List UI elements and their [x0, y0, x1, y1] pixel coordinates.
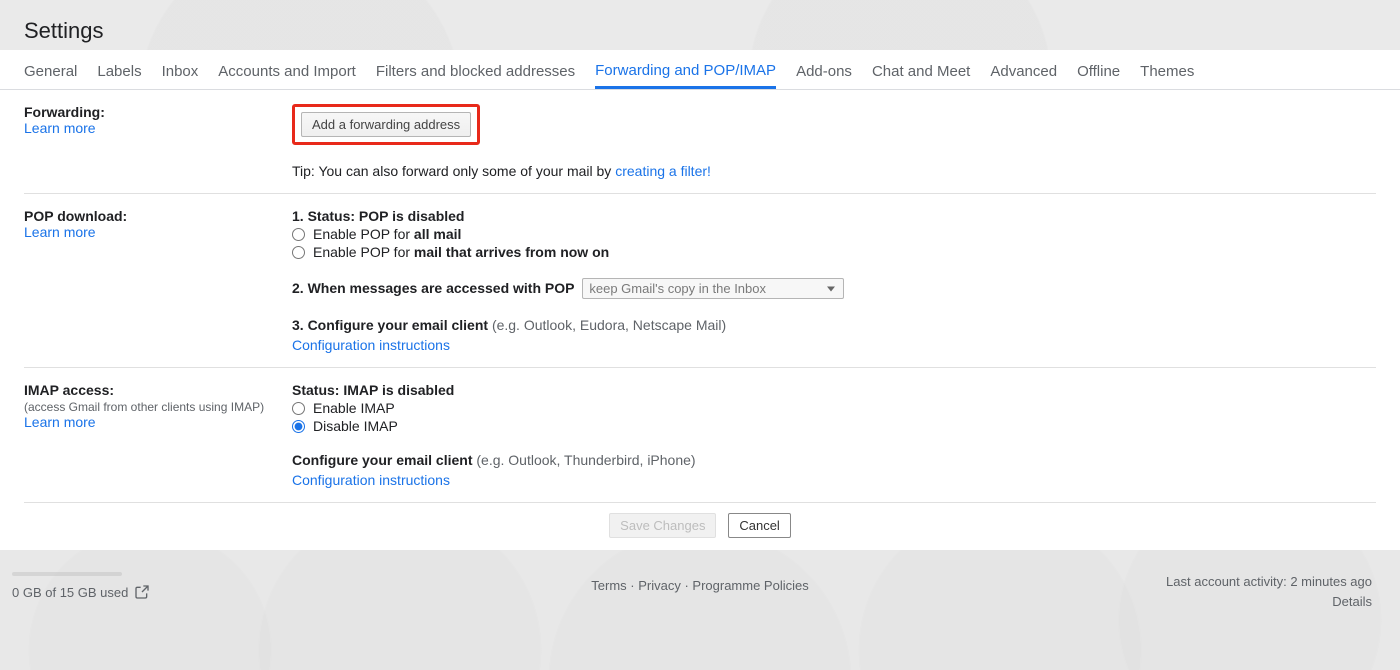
- forwarding-title: Forwarding:: [24, 104, 105, 120]
- pop-status-value: POP is disabled: [359, 208, 465, 224]
- add-forwarding-address-button[interactable]: Add a forwarding address: [301, 112, 471, 137]
- pop-opt2-text: Enable POP for: [313, 244, 414, 260]
- footer-privacy-link[interactable]: Privacy: [638, 578, 681, 593]
- action-row: Save Changes Cancel: [0, 503, 1400, 550]
- tab-filters[interactable]: Filters and blocked addresses: [376, 52, 575, 89]
- pop-status-prefix: 1. Status:: [292, 208, 359, 224]
- pop-step2-label: 2. When messages are accessed with POP: [292, 280, 574, 296]
- pop-option-all-mail: Enable POP for all mail: [292, 226, 844, 242]
- settings-tabs: General Labels Inbox Accounts and Import…: [0, 50, 1400, 90]
- cancel-button[interactable]: Cancel: [728, 513, 790, 538]
- pop-opt1-bold: all mail: [414, 226, 461, 242]
- pop-step3: 3. Configure your email client (e.g. Out…: [292, 317, 844, 333]
- tab-addons[interactable]: Add-ons: [796, 52, 852, 89]
- footer-right: Last account activity: 2 minutes ago Det…: [1166, 572, 1372, 611]
- imap-configure-line: Configure your email client (e.g. Outloo…: [292, 452, 696, 468]
- settings-body: Forwarding: Learn more Add a forwarding …: [0, 90, 1400, 503]
- page-title: Settings: [24, 18, 1376, 44]
- imap-status-prefix: Status:: [292, 382, 343, 398]
- imap-radio-enable[interactable]: [292, 402, 305, 415]
- imap-configure-paren: (e.g. Outlook, Thunderbird, iPhone): [476, 452, 695, 468]
- pop-title: POP download:: [24, 208, 127, 224]
- pop-content: 1. Status: POP is disabled Enable POP fo…: [292, 208, 844, 353]
- footer-details-link[interactable]: Details: [1332, 594, 1372, 609]
- pop-configuration-instructions-link[interactable]: Configuration instructions: [292, 337, 450, 353]
- tab-general[interactable]: General: [24, 52, 77, 89]
- pop-radio-all-mail[interactable]: [292, 228, 305, 241]
- section-imap: IMAP access: (access Gmail from other cl…: [24, 368, 1376, 503]
- pop-step2: 2. When messages are accessed with POP k…: [292, 278, 844, 299]
- pop-opt1-text: Enable POP for: [313, 226, 414, 242]
- forwarding-content: Add a forwarding address Tip: You can al…: [292, 104, 711, 179]
- imap-label-block: IMAP access: (access Gmail from other cl…: [24, 382, 292, 430]
- add-forwarding-highlight: Add a forwarding address: [292, 104, 480, 145]
- tab-chat-meet[interactable]: Chat and Meet: [872, 52, 970, 89]
- tab-offline[interactable]: Offline: [1077, 52, 1120, 89]
- pop-label-all-mail[interactable]: Enable POP for all mail: [313, 226, 461, 242]
- imap-radio-disable[interactable]: [292, 420, 305, 433]
- pop-step3-paren: (e.g. Outlook, Eudora, Netscape Mail): [492, 317, 726, 333]
- pop-learn-more-link[interactable]: Learn more: [24, 224, 96, 240]
- section-pop: POP download: Learn more 1. Status: POP …: [24, 194, 1376, 368]
- creating-a-filter-link[interactable]: creating a filter!: [615, 163, 711, 179]
- imap-content: Status: IMAP is disabled Enable IMAP Dis…: [292, 382, 696, 488]
- forwarding-tip-text: Tip: You can also forward only some of y…: [292, 163, 615, 179]
- pop-radio-from-now[interactable]: [292, 246, 305, 259]
- imap-subtitle: (access Gmail from other clients using I…: [24, 400, 264, 414]
- imap-status-line: Status: IMAP is disabled: [292, 382, 696, 398]
- pop-action-select[interactable]: keep Gmail's copy in the Inbox: [582, 278, 844, 299]
- pop-status-line: 1. Status: POP is disabled: [292, 208, 844, 224]
- imap-learn-more-link[interactable]: Learn more: [24, 414, 96, 430]
- tab-themes[interactable]: Themes: [1140, 52, 1194, 89]
- section-forwarding: Forwarding: Learn more Add a forwarding …: [24, 90, 1376, 194]
- imap-option-disable: Disable IMAP: [292, 418, 696, 434]
- tab-advanced[interactable]: Advanced: [990, 52, 1057, 89]
- tab-labels[interactable]: Labels: [97, 52, 141, 89]
- imap-configuration-instructions-link[interactable]: Configuration instructions: [292, 472, 450, 488]
- forwarding-tip: Tip: You can also forward only some of y…: [292, 163, 711, 179]
- imap-option-enable: Enable IMAP: [292, 400, 696, 416]
- tab-forwarding-pop-imap[interactable]: Forwarding and POP/IMAP: [595, 51, 776, 89]
- pop-label-from-now[interactable]: Enable POP for mail that arrives from no…: [313, 244, 609, 260]
- imap-status-value: IMAP is disabled: [343, 382, 454, 398]
- pop-step3-label: 3. Configure your email client: [292, 317, 492, 333]
- tab-inbox[interactable]: Inbox: [162, 52, 199, 89]
- imap-label-enable[interactable]: Enable IMAP: [313, 400, 395, 416]
- imap-configure-label: Configure your email client: [292, 452, 476, 468]
- forwarding-label-block: Forwarding: Learn more: [24, 104, 292, 136]
- footer-policies-link[interactable]: Programme Policies: [692, 578, 808, 593]
- save-changes-button: Save Changes: [609, 513, 716, 538]
- footer-terms-link[interactable]: Terms: [591, 578, 626, 593]
- imap-title: IMAP access:: [24, 382, 114, 398]
- imap-label-disable[interactable]: Disable IMAP: [313, 418, 398, 434]
- pop-label-block: POP download: Learn more: [24, 208, 292, 240]
- last-activity-text: Last account activity: 2 minutes ago: [1166, 572, 1372, 592]
- forwarding-learn-more-link[interactable]: Learn more: [24, 120, 96, 136]
- settings-header: Settings: [0, 0, 1400, 50]
- pop-opt2-bold: mail that arrives from now on: [414, 244, 609, 260]
- footer: 0 GB of 15 GB used Terms · Privacy · Pro…: [0, 550, 1400, 670]
- tab-accounts[interactable]: Accounts and Import: [218, 52, 356, 89]
- pop-option-from-now: Enable POP for mail that arrives from no…: [292, 244, 844, 260]
